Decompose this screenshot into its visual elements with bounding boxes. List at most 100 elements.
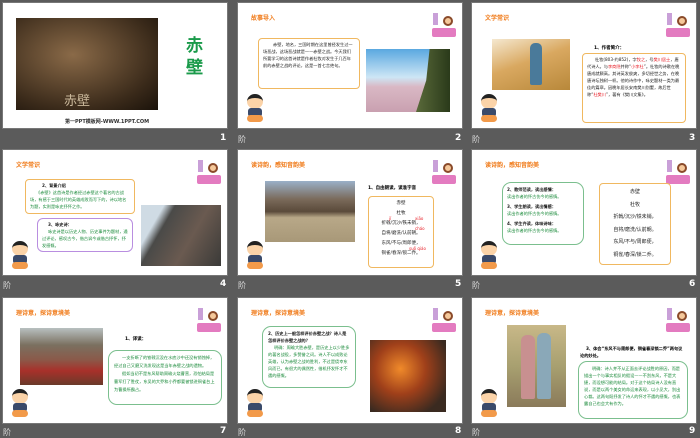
step-title: 2、教师范读，读出感情： [507,187,556,192]
cliff-photo [141,205,221,266]
girl-reading-icon [666,160,690,184]
movie-poster-image: 赤壁 [16,18,158,110]
slide-heading: 理诗意，探诗意境美 [485,310,540,317]
girl-reading-icon [432,13,456,37]
slide-thumbnail-9[interactable]: 理诗意，探诗意境美 3、体会“东风不与周郎便，铜雀春深锁二乔”两句议论的妙处。 … [471,297,697,424]
slide-heading: 理诗意，探诗意境美 [16,310,71,317]
slide-number: 7 [220,426,227,436]
highlight: 李商隐 [607,64,621,69]
slide-footer: 第一PPT模板网-WWW.1PPT.COM [65,119,150,125]
intro-text: 赤壁，地名，三国时期在这里曾经发生过一场恶战，这场恶战就是——赤壁之战。今天我们… [263,42,353,68]
boy-mascot-icon [478,94,500,122]
answer-text: 明确：周瑜大胜赤壁，是历史上以少胜多的著名战役，多赞誉之词。诗人不以成败论英雄，… [268,345,350,378]
text: ”，著有《樊川文集》。 [605,92,648,97]
step-title: 3、学生朗读，读出情感： [507,203,556,209]
slide-number: 4 [220,279,227,289]
highlight: 樊川居士 [653,57,671,62]
poster-caption: 赤壁 [64,94,91,109]
girl-reading-icon [197,308,221,332]
slide-thumbnail-6[interactable]: 读诗韵，感知音韵美 2、教师范读，读出感情： 读出作者的怀古伤今的感情。 3、学… [471,149,697,276]
poem-line: 折戟/沉沙/铁未销， [613,214,657,220]
poem-author: 杜牧 [629,201,640,208]
box-title: 2、背景介绍 [42,183,66,188]
boy-mascot-icon [478,389,500,417]
slide-number: 5 [455,279,462,289]
answer-text: 明确：诗人并不从正面去评论战胜的原因，而是描出一个与事实相反的假设——不刮东风，… [584,366,681,406]
transition-icon[interactable]: 阶 [3,280,11,291]
box-text: 咏史诗是以历史人物、历史事件为题材，通过评论，感叹古今，借古讽今或借古抒怀，抒发… [42,229,128,248]
reading-steps-box: 2、教师范读，读出感情： 读出作者的怀古伤今的感情。 3、学生朗读，读出情感： … [502,182,584,245]
slide-number: 1 [220,133,227,143]
girl-reading-icon [666,308,690,332]
boy-mascot-icon [244,94,266,122]
reading-instruction: 1、自由朗读，读准字音 [368,186,417,191]
background-box: 2、背景介绍 《赤壁》这首诗是作者经过赤壁这个著名的古战场，有感于三国时代的英雄… [25,179,135,214]
slide-number: 2 [455,133,462,143]
slide-heading: 故事导入 [251,15,276,22]
girl-reading-icon [432,160,456,184]
pinyin: suǒ qiáo [409,246,426,251]
pinyin: jǐ [389,216,392,221]
text: 并称“ [620,64,632,69]
transition-icon[interactable]: 阶 [238,427,246,438]
girl-reading-icon [197,160,221,184]
poem-box: 赤壁 杜牧 jǐ xiāo 折戟/沉沙/铁未销， cháo 自将/磨洗/认前朝。 东风… [368,196,434,268]
question-box: 2、历史上一般怎样评价赤壁之战？诗人是怎样评价赤壁之战的？ 明确：周瑜大胜赤壁，… [262,326,356,388]
poem-title: 赤壁 [629,189,640,195]
step-text: 读出作者的怀古伤今的感情。 [507,211,562,217]
boy-mascot-icon [244,241,266,269]
transition-icon[interactable]: 阶 [238,134,246,145]
fortress-photo [265,181,355,242]
slide-thumbnail-1[interactable]: 赤壁 赤壁 第一PPT模板网-WWW.1PPT.COM [2,2,228,129]
girl-reading-icon [666,13,690,37]
question-text: 3、体会“东风不与周郎便，铜雀春深锁二乔”两句议论的妙处。 [580,346,683,358]
slide-thumbnail-7[interactable]: 理诗意，探诗意境美 1、译读： 一支折断了的铁戟沉没在水底沙中还没有销蚀掉，经过… [2,297,228,424]
boy-mascot-icon [9,389,31,417]
slide-number: 3 [689,133,696,143]
intro-text-box: 赤壁，地名，三国时期在这里曾经发生过一场恶战，这场恶战就是——赤壁之战。今天我们… [258,38,360,89]
history-poem-box: 3、咏史诗： 咏史诗是以历史人物、历史事件为题材，通过评论，感叹古今，借古讽今或… [37,218,133,252]
translation-text: 一支折断了的铁戟沉没在水底沙中还没有销蚀掉，经过自己又磨又洗发现这是当年赤壁之战… [114,355,215,368]
slide-heading: 读诗韵，感知音韵美 [485,162,540,169]
step-text: 读出作者的怀古伤今的感情。 [507,194,562,200]
author-intro-box: 杜牧(803-约852)，字牧之，号樊川居士，唐代诗人。与李商隐并称“小李杜”。… [582,53,686,123]
pinyin: xiāo [415,216,424,221]
highlight: 小李杜 [631,64,644,69]
boy-mascot-icon [9,241,31,269]
poem-box: 赤壁 杜牧 折戟/沉沙/铁未销， 自将/磨洗/认前朝。 东风/不与/周郎便， 铜… [599,183,671,265]
girl-reading-icon [432,308,456,332]
slide-thumbnail-5[interactable]: 读诗韵，感知音韵美 1、自由朗读，读准字音 赤壁 杜牧 jǐ xiāo 折戟/沉沙/… [237,149,463,276]
transition-icon[interactable]: 阶 [472,280,480,291]
slide-thumbnail-4[interactable]: 文学常识 2、背景介绍 《赤壁》这首诗是作者经过赤壁这个著名的古战场，有感于三国… [2,149,228,276]
slide-thumbnail-8[interactable]: 理诗意，探诗意境美 2、历史上一般怎样评价赤壁之战？诗人是怎样评价赤壁之战的？ … [237,297,463,424]
box-text: 《赤壁》这首诗是作者经过赤壁这个著名的古战场，有感于三国时代的英雄成败而写下的，… [30,190,127,209]
transition-icon[interactable]: 阶 [238,280,246,291]
question-text: 2、历史上一般怎样评价赤壁之战？诗人是怎样评价赤壁之战的？ [268,331,347,343]
slide-thumbnail-2[interactable]: 故事导入 赤壁，地名，三国时期在这里曾经发生过一场恶战，这场恶战就是——赤壁之战… [237,2,463,129]
du-mu-painting [492,39,570,90]
poem-title: 赤壁 [396,201,406,206]
transition-icon[interactable]: 阶 [3,427,11,438]
boy-mascot-icon [478,241,500,269]
red-cliff-photo [366,49,450,112]
step-text: 读出作者的怀古伤今的感情。 [507,228,562,234]
transition-icon[interactable]: 阶 [472,427,480,438]
text: 杜牧(803-约852)，字 [595,57,637,62]
translation-text: 假如当初不是东风帮助周瑜火烧曹营，恐怕结局是曹军打了胜仗，东吴的大乔和小乔都要被… [114,371,215,392]
translation-box: 一支折断了的铁戟沉没在水底沙中还没有销蚀掉，经过自己又磨又洗发现这是当年赤壁之战… [108,350,222,405]
battle-scene-photo [20,328,103,385]
box-title: 3、咏史诗： [48,222,72,227]
author-intro-heading: 1、作者简介： [594,46,625,51]
slide-heading: 文学常识 [16,162,41,169]
slide-number: 8 [455,426,462,436]
slide-number: 9 [689,426,696,436]
slide-heading: 读诗韵，感知音韵美 [251,162,306,169]
boy-mascot-icon [244,389,266,417]
slide-number: 6 [689,279,696,289]
poem-line: 自将/磨洗/认前朝。 [613,226,657,233]
slide-thumbnail-3[interactable]: 文学常识 1、作者简介： 杜牧(803-约852)，字牧之，号樊川居士，唐代诗人… [471,2,697,129]
slide-heading: 理诗意，探诗意境美 [251,310,306,317]
poem-line: 东风/不与/周郎便， [613,239,657,245]
answer-box: 明确：诗人并不从正面去评论战胜的原因，而是描出一个与事实相反的假设——不刮东风，… [578,361,688,419]
transition-icon[interactable]: 阶 [472,134,480,145]
